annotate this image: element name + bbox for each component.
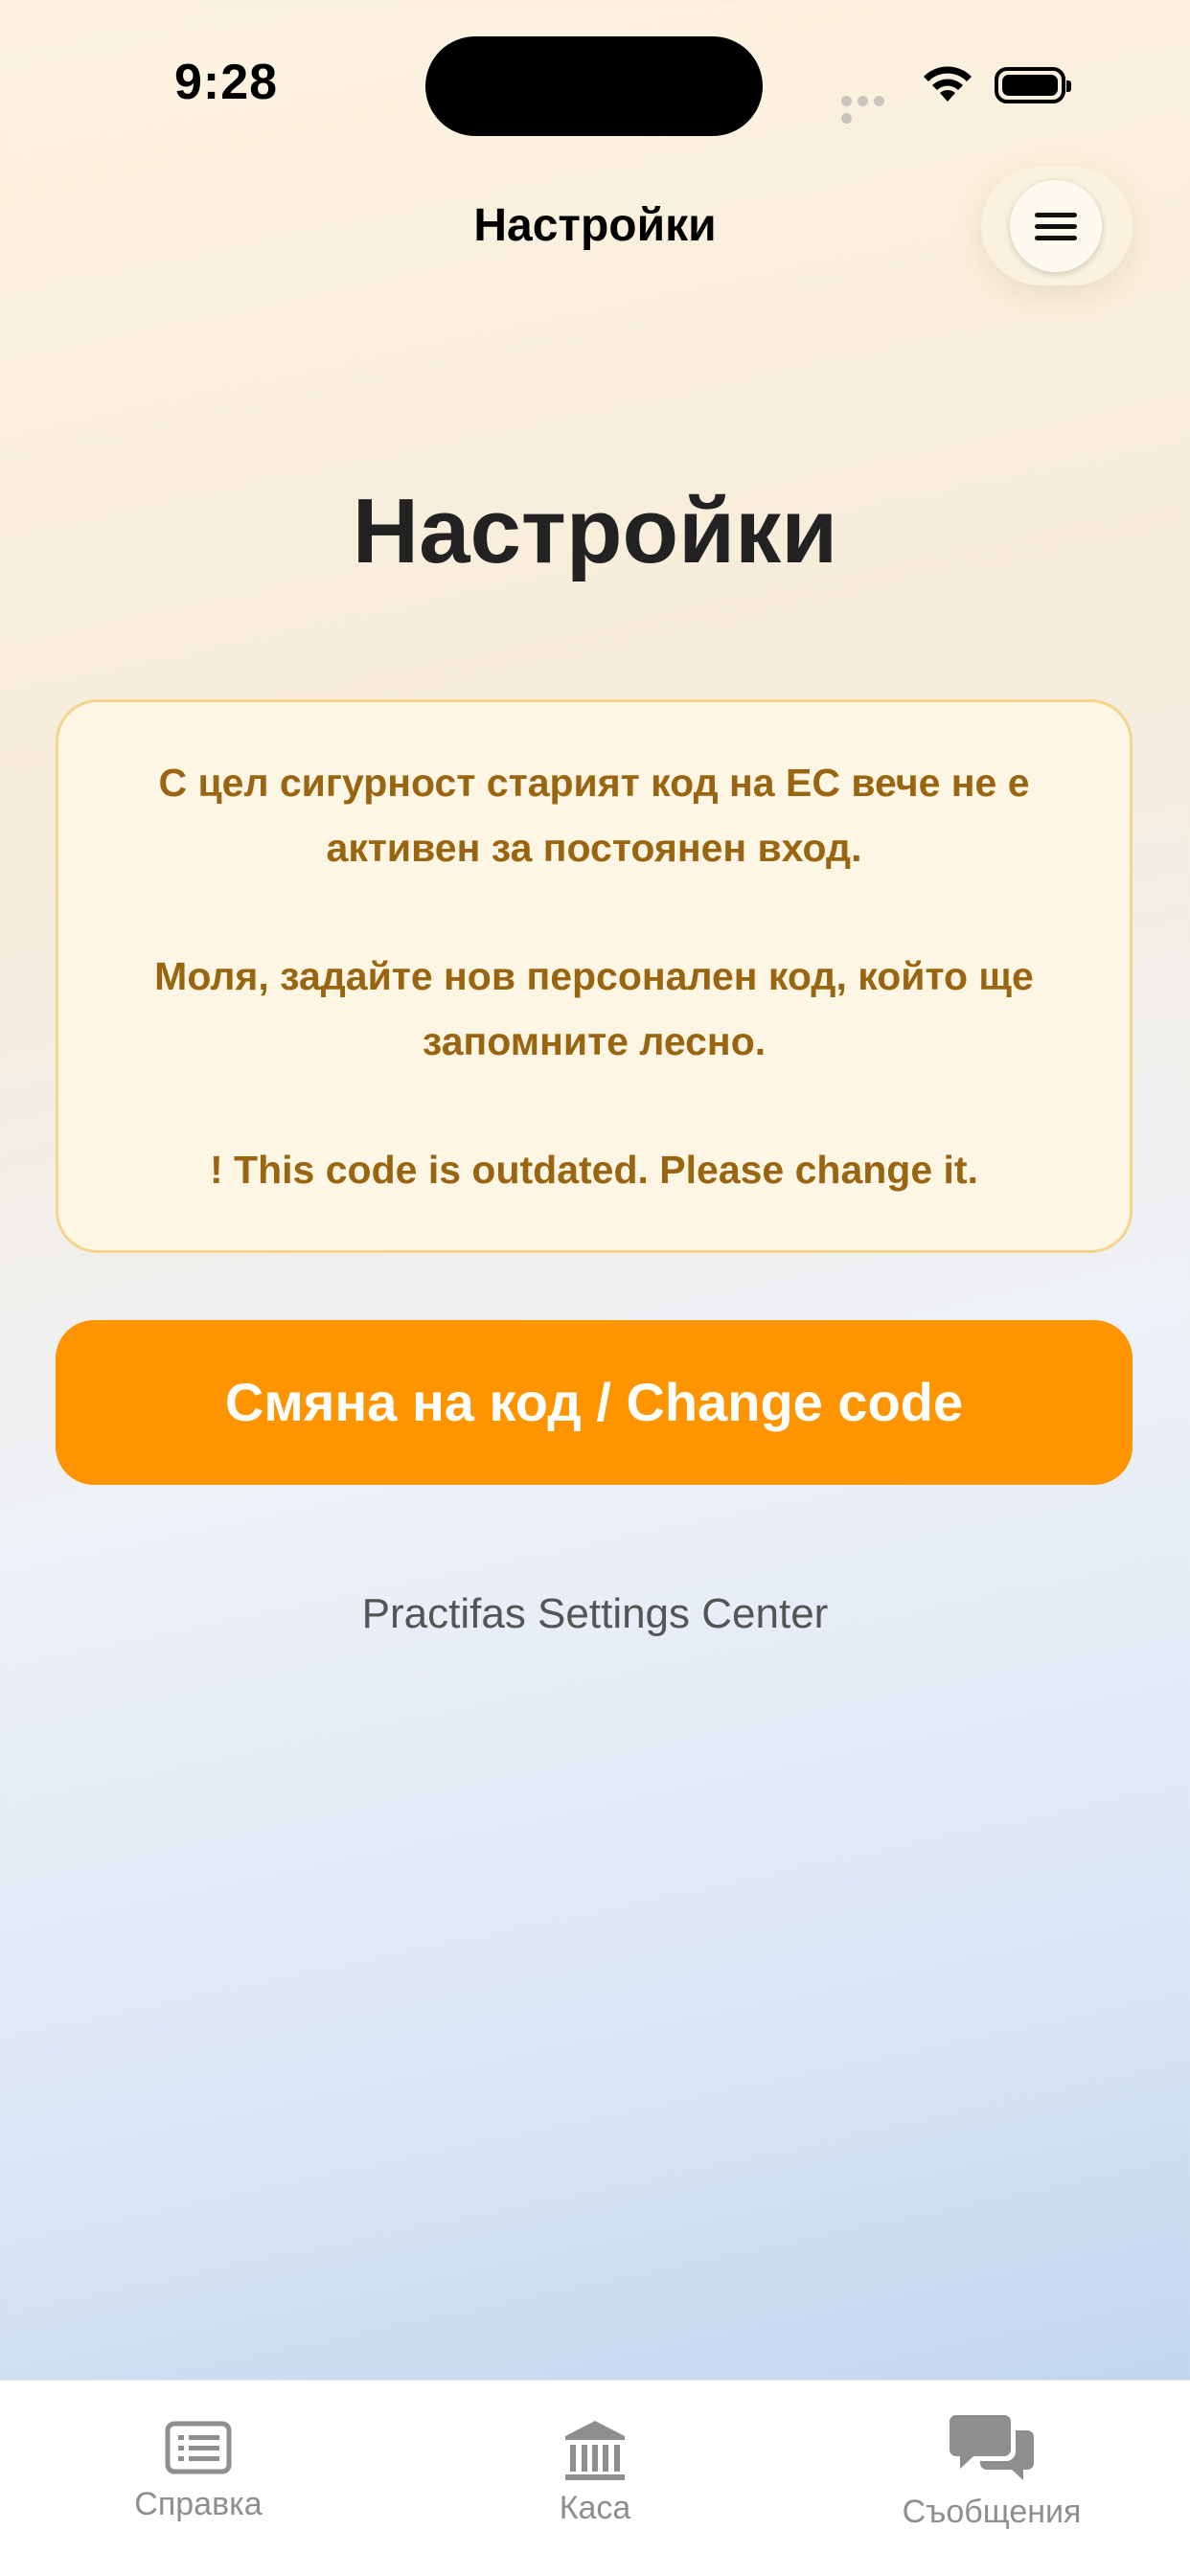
notice-line-1: С цел сигурност старият код на ЕС вече н… — [158, 761, 1030, 870]
tab-label-spravka: Справка — [134, 2486, 263, 2522]
notice-line-2: Моля, задайте нов персонален код, който … — [154, 954, 1034, 1063]
tab-soobshtenia[interactable]: Съобщения — [793, 2381, 1190, 2576]
tab-label-soobshtenia: Съобщения — [902, 2494, 1082, 2530]
chat-icon — [950, 2415, 1034, 2480]
bank-icon — [565, 2421, 625, 2480]
notice-line-3: ! This code is outdated. Please change i… — [210, 1148, 978, 1192]
security-notice: С цел сигурност старият код на ЕС вече н… — [56, 699, 1133, 1253]
tab-bar: Справка Каса Съобщения — [0, 2380, 1190, 2576]
change-code-button[interactable]: Смяна на код / Change code — [56, 1320, 1133, 1485]
hamburger-icon-bar — [1035, 236, 1077, 240]
hamburger-icon — [1035, 213, 1077, 217]
tab-label-kasa: Каса — [559, 2490, 631, 2526]
battery-icon — [995, 67, 1071, 103]
dynamic-island — [425, 36, 763, 136]
list-icon — [165, 2421, 232, 2474]
status-bar: 9:28 — [0, 0, 1190, 172]
page-title: Настройки — [352, 480, 838, 582]
footer-text: Practifas Settings Center — [361, 1590, 829, 1637]
tab-kasa[interactable]: Каса — [397, 2381, 793, 2576]
menu-button[interactable] — [1010, 180, 1102, 272]
tab-spravka[interactable]: Справка — [0, 2381, 397, 2576]
status-time: 9:28 — [174, 55, 279, 110]
wifi-icon — [924, 66, 972, 102]
menu-button-container — [981, 167, 1133, 285]
cellular-signal-icon — [841, 94, 903, 124]
hamburger-icon-bar — [1035, 224, 1077, 229]
